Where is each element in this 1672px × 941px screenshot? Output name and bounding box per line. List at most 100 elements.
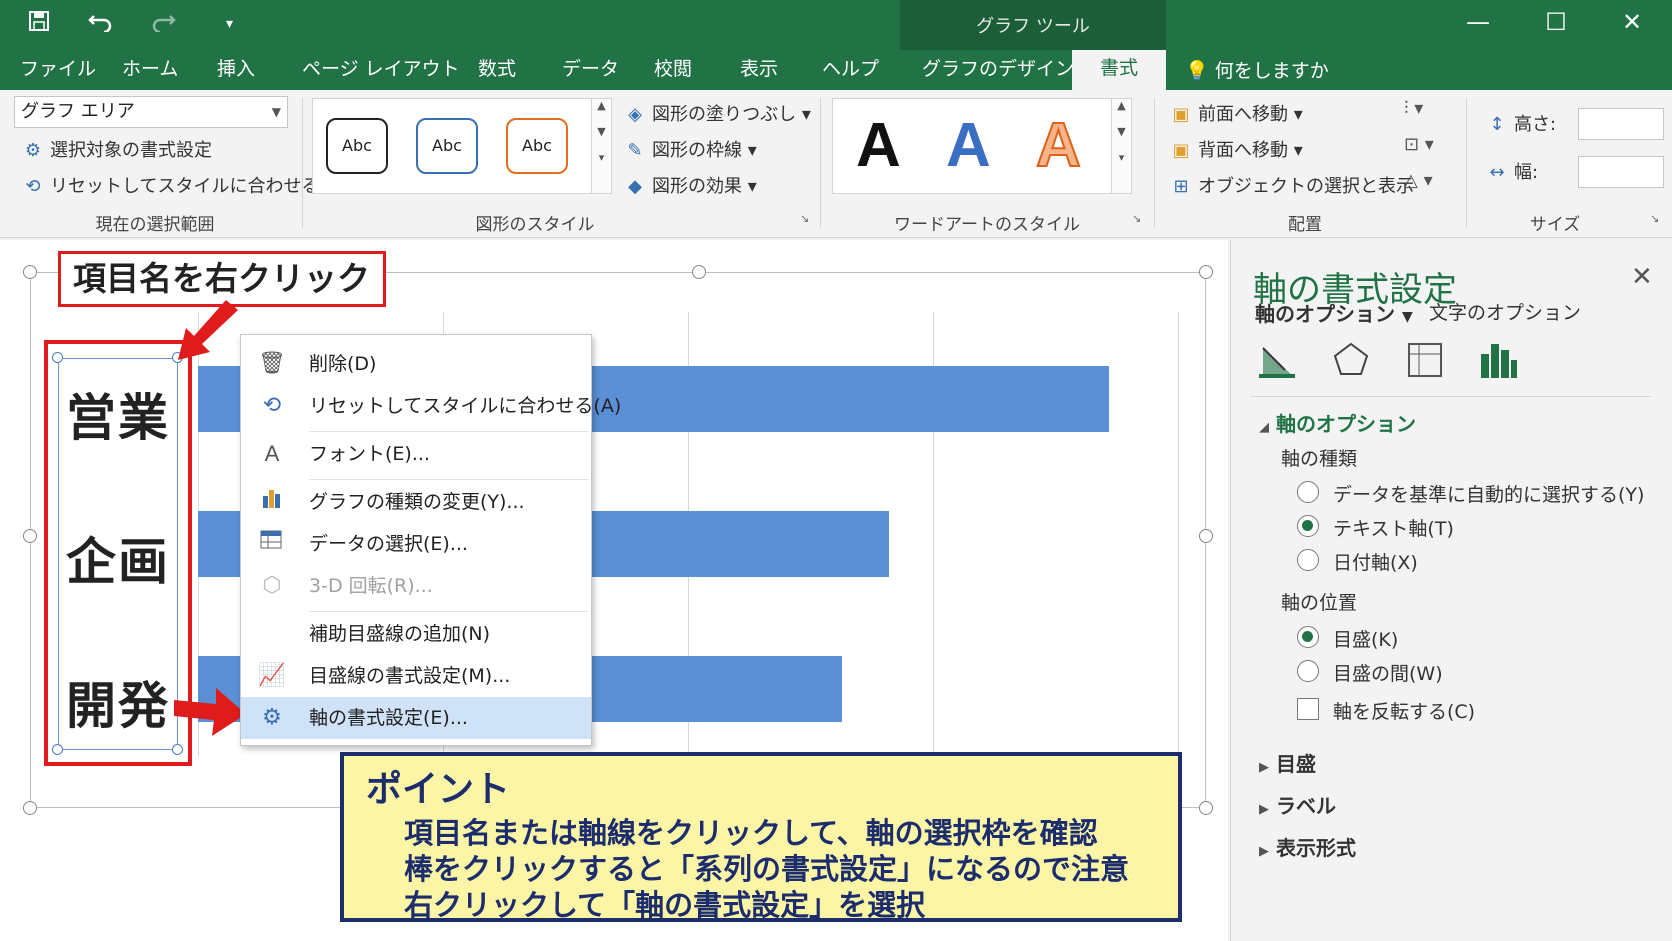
context-menu: 🗑 削除(D) ⟲ リセットしてスタイルに合わせる(A) A フォント(E)... グ… [240,334,621,746]
group-divider [1154,98,1155,228]
align-icon[interactable]: ⫶ ▾ [1404,98,1423,119]
save-icon[interactable] [28,10,50,38]
shape-fill-button[interactable]: ◈ 図形の塗りつぶし ▾ [624,100,811,126]
shape-style-blue[interactable]: Abc [416,118,478,174]
font-icon: A [264,441,280,466]
point-note-box: ポイント 項目名または軸線をクリックして、軸の選択枠を確認 棒をクリックすると「… [340,752,1182,922]
section-tick-marks[interactable]: ▶ 目盛 [1259,748,1316,777]
tab-text-options[interactable]: 文字のオプション [1429,298,1581,325]
format-selection-button[interactable]: ⚙ 選択対象の書式設定 [22,136,212,162]
radio-between-tick-marks[interactable] [1297,660,1319,682]
radio-axis-auto[interactable] [1297,481,1319,503]
tab-view[interactable]: 表示 [740,54,778,88]
gallery-scroll[interactable]: ▲ ▼ ▾ [1111,99,1131,193]
shape-effects-button[interactable]: ◆ 図形の効果 ▾ [624,172,757,198]
width-label: ↔ 幅: [1486,158,1538,184]
dialog-launcher-icon[interactable]: ↘ [1650,212,1659,225]
minimize-icon[interactable]: — [1458,8,1498,36]
axis-options-icon[interactable] [1479,340,1519,389]
redo-icon[interactable] [150,10,176,38]
height-input[interactable] [1578,108,1664,140]
axis-auto-label: データを基準に自動的に選択する(Y) [1333,484,1645,506]
tab-help[interactable]: ヘルプ [822,54,879,88]
menu-item-change-chart-type[interactable]: グラフの種類の変更(Y)... [241,481,591,523]
send-backward-button[interactable]: ▣ 背面へ移動 ▾ [1170,136,1302,162]
tell-me-box[interactable]: 💡 何をしますか [1185,56,1329,83]
tab-page-layout[interactable]: ページ レイアウト [302,54,460,88]
group-icon[interactable]: ⊡ ▾ [1404,134,1434,155]
maximize-icon[interactable]: ☐ [1536,8,1576,36]
resize-handle[interactable] [1199,265,1213,279]
wordart-black[interactable]: A [856,110,901,181]
reset-style-button[interactable]: ⟲ リセットしてスタイルに合わせる [22,172,319,198]
fill-line-icon[interactable] [1257,340,1297,389]
resize-handle[interactable] [692,265,706,279]
menu-item-add-minor-gridlines[interactable]: 補助目盛線の追加(N) [241,613,591,655]
rotate-icon[interactable]: △ ▾ [1404,170,1433,191]
resize-handle[interactable] [23,801,37,815]
date-axis-label: 日付軸(X) [1333,552,1418,574]
menu-item-reset-style[interactable]: ⟲ リセットしてスタイルに合わせる(A) [241,385,621,427]
group-divider [1466,98,1467,228]
text-axis-label: テキスト軸(T) [1333,518,1454,540]
dialog-launcher-icon[interactable]: ↘ [800,212,809,225]
chart-element-dropdown[interactable]: グラフ エリア ▼ [14,96,288,128]
dialog-launcher-icon[interactable]: ↘ [1132,212,1141,225]
menu-item-select-data[interactable]: データの選択(E)... [241,523,591,565]
axis-position-label: 軸の位置 [1281,592,1358,614]
reset-style-label: リセットしてスタイルに合わせる [50,176,320,197]
format-selection-icon: ⚙ [24,140,42,161]
format-axis-pane: 軸の書式設定 ✕ 軸のオプション ▼ 文字のオプション ◢ 軸のオプション 軸の… [1230,240,1672,941]
annotation-highlight-box [44,340,192,766]
shape-style-orange[interactable]: Abc [506,118,568,174]
tab-format[interactable]: 書式 [1072,50,1167,90]
tab-formulas[interactable]: 数式 [478,54,516,88]
tab-file[interactable]: ファイル [20,54,96,88]
menu-item-format-gridlines[interactable]: 📈 目盛線の書式設定(M)... [241,655,591,697]
chevron-down-icon: ▼ [1401,309,1413,325]
shape-fill-label: 図形の塗りつぶし [652,104,797,125]
3d-rotate-icon: ⬡ [262,573,282,598]
undo-icon[interactable] [88,10,114,38]
data-select-icon [257,523,287,565]
bring-forward-button[interactable]: ▣ 前面へ移動 ▾ [1170,100,1302,126]
close-icon[interactable]: ✕ [1612,8,1652,36]
effects-pentagon-icon[interactable] [1331,340,1371,389]
tab-axis-options[interactable]: 軸のオプション ▼ [1255,298,1413,327]
wordart-orange[interactable]: A [1035,110,1082,181]
tab-home[interactable]: ホーム [122,54,178,88]
menu-item-delete[interactable]: 🗑 削除(D) [241,343,591,385]
resize-handle[interactable] [1199,529,1213,543]
section-number[interactable]: ▶ 表示形式 [1259,832,1356,861]
shape-outline-button[interactable]: ✎ 図形の枠線 ▾ [624,136,756,162]
width-input[interactable] [1578,156,1664,188]
resize-handle[interactable] [23,529,37,543]
section-labels[interactable]: ▶ ラベル [1259,790,1336,819]
tab-insert[interactable]: 挿入 [217,54,255,88]
annotation-arrow-icon [178,300,238,360]
radio-date-axis[interactable] [1297,549,1319,571]
menu-item-format-axis[interactable]: ⚙ 軸の書式設定(E)... [241,697,591,739]
title-bar [0,0,1672,50]
point-title: ポイント [366,769,511,810]
customize-qat-icon[interactable]: ▾ [226,16,233,32]
menu-item-font[interactable]: A フォント(E)... [241,433,591,475]
selection-pane-button[interactable]: ⊞ オブジェクトの選択と表示 [1170,172,1414,198]
tab-review[interactable]: 校閲 [654,54,692,88]
reverse-order-checkbox[interactable] [1297,698,1319,720]
section-axis-options[interactable]: ◢ 軸のオプション [1259,408,1416,437]
resize-handle[interactable] [23,265,37,279]
shape-style-black[interactable]: Abc [326,118,388,174]
wordart-blue[interactable]: A [946,110,991,181]
tab-chart-design[interactable]: グラフのデザイン [922,54,1074,88]
radio-on-tick-marks[interactable] [1297,626,1319,648]
chart-element-value: グラフ エリア [21,101,135,122]
gallery-scroll[interactable]: ▲ ▼ ▾ [591,99,611,193]
size-properties-icon[interactable] [1405,340,1445,389]
close-icon[interactable]: ✕ [1631,262,1653,292]
reset-style-icon: ⟲ [25,176,41,197]
gridline[interactable] [1178,312,1179,756]
resize-handle[interactable] [1199,801,1213,815]
tab-data[interactable]: データ [562,54,619,88]
radio-text-axis[interactable] [1297,515,1319,537]
